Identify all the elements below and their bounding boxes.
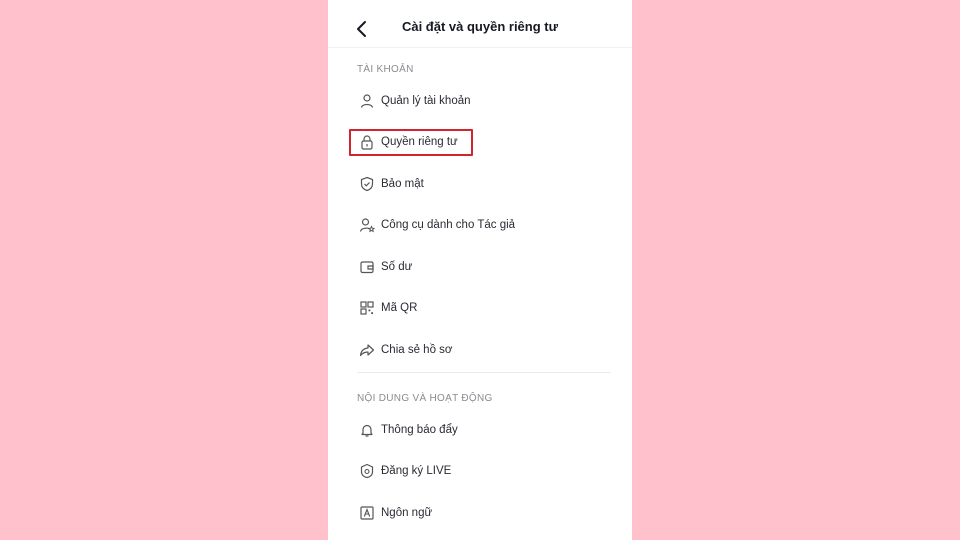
menu-item-live-subscription[interactable]: Đăng ký LIVE (350, 456, 612, 486)
menu-item-label: Số dư (381, 261, 413, 273)
menu-item-qr-code[interactable]: Mã QR (350, 293, 612, 323)
qr-code-icon (356, 297, 378, 319)
menu-item-label: Mã QR (381, 302, 418, 314)
menu-item-manage-account[interactable]: Quản lý tài khoản (350, 86, 612, 116)
person-icon (356, 90, 378, 112)
page-title: Cài đặt và quyền riêng tư (401, 19, 559, 34)
menu-item-label: Bảo mật (381, 178, 424, 190)
menu-item-share-profile[interactable]: Chia sẻ hồ sơ (350, 335, 612, 365)
menu-item-label: Công cụ dành cho Tác giả (381, 219, 516, 231)
settings-screen: Cài đặt và quyền riêng tư TÀI KHOẢN Quản… (328, 0, 632, 540)
menu-item-label: Chia sẻ hồ sơ (381, 344, 453, 356)
menu-item-label: Thông báo đẩy (381, 424, 458, 436)
live-badge-icon (356, 460, 378, 482)
shield-icon (356, 173, 378, 195)
bell-icon (356, 419, 378, 441)
menu-item-language[interactable]: Ngôn ngữ (350, 498, 612, 528)
creator-tools-icon (356, 214, 378, 236)
wallet-icon (356, 256, 378, 278)
section-title-account: TÀI KHOẢN (357, 64, 414, 75)
language-icon (356, 502, 378, 524)
share-icon (356, 339, 378, 361)
menu-item-label: Ngôn ngữ (381, 507, 433, 519)
menu-item-label: Quản lý tài khoản (381, 95, 471, 107)
section-title-content-activity: NỘI DUNG VÀ HOẠT ĐỘNG (357, 393, 493, 404)
menu-item-push-notifications[interactable]: Thông báo đẩy (350, 415, 612, 445)
menu-item-balance[interactable]: Số dư (350, 252, 612, 282)
top-bar: Cài đặt và quyền riêng tư (328, 0, 632, 48)
section-divider (357, 372, 611, 373)
menu-item-creator-tools[interactable]: Công cụ dành cho Tác giả (350, 210, 612, 240)
menu-item-label: Đăng ký LIVE (381, 465, 452, 477)
menu-item-security[interactable]: Bảo mật (350, 169, 612, 199)
highlight-box (349, 129, 473, 156)
